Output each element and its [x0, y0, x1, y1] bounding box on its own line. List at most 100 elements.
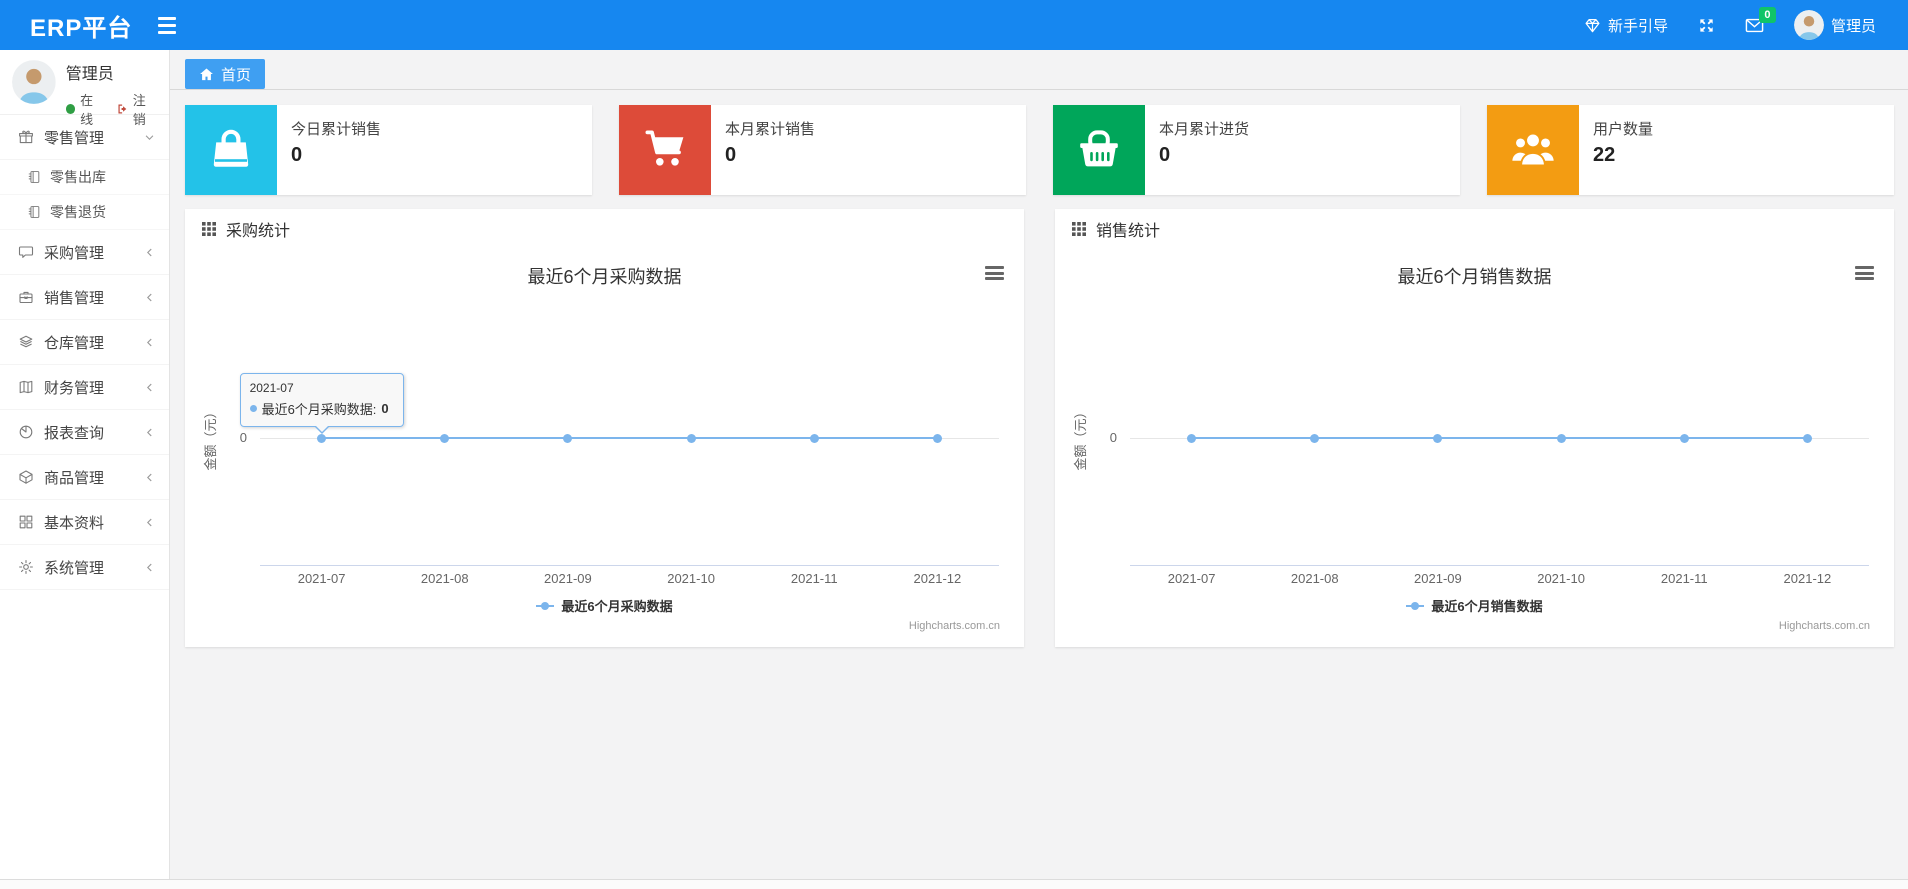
legend-item[interactable]: 最近6个月销售数据	[1406, 596, 1543, 615]
cart-icon	[619, 105, 711, 195]
tab-home[interactable]: 首页	[185, 59, 266, 89]
sidebar-item-basic-data[interactable]: 基本资料	[0, 500, 169, 545]
tab-bar: 首页	[170, 50, 1908, 90]
x-axis-tick-label: 2021-12	[1783, 571, 1832, 586]
tooltip-header: 2021-07	[249, 381, 294, 395]
chart-title: 最近6个月采购数据	[527, 267, 682, 287]
sidebar-item-sales-management[interactable]: 销售管理	[0, 275, 169, 320]
online-status-label: 在线	[80, 93, 94, 127]
sidebar-item-purchase-management[interactable]: 采购管理	[0, 230, 169, 275]
data-point-2021-10[interactable]	[1556, 433, 1566, 443]
avatar	[12, 60, 56, 104]
stat-card-label: 本月累计销售	[725, 121, 816, 138]
stat-card-today-sales: 今日累计销售 0	[185, 105, 592, 195]
data-point-2021-07[interactable]	[1187, 433, 1197, 443]
chevron-left-icon	[144, 382, 155, 393]
sidebar-item-label: 仓库管理	[44, 334, 105, 352]
sidebar-item-finance-management[interactable]: 财务管理	[0, 365, 169, 410]
stat-card-label: 本月累计进货	[1159, 121, 1250, 138]
journal-icon	[28, 171, 40, 183]
data-point-2021-12[interactable]	[1802, 433, 1812, 443]
sidebar-item-label: 零售出库	[50, 169, 106, 185]
data-point-2021-11[interactable]	[809, 433, 819, 443]
stat-card-body: 本月累计销售 0	[711, 105, 815, 195]
stat-card-body: 本月累计进货 0	[1145, 105, 1249, 195]
data-point-2021-12[interactable]	[932, 433, 942, 443]
sidebar-item-retail-outbound[interactable]: 零售出库	[0, 160, 169, 195]
x-axis-tick-label: 2021-11	[1660, 571, 1708, 586]
data-point-2021-07[interactable]	[317, 433, 327, 443]
y-axis-tick-label: 0	[1109, 430, 1117, 445]
x-axis-tick-label: 2021-10	[667, 571, 715, 586]
logout-link[interactable]: 注销	[116, 90, 157, 128]
sidebar: 管理员 在线 注销 零售管理 零售出库 零售退货 采购管理 销售管理 仓库管理 …	[0, 50, 170, 889]
chevron-left-icon	[144, 292, 155, 303]
sidebar-item-label: 采购管理	[44, 244, 105, 262]
sidebar-item-label: 基本资料	[44, 514, 105, 532]
sidebar-item-goods-management[interactable]: 商品管理	[0, 455, 169, 500]
grid-icon	[19, 515, 33, 529]
panel-title: 采购统计	[226, 223, 291, 240]
x-axis-tick-label: 2021-11	[790, 571, 838, 586]
x-axis-line	[260, 565, 999, 566]
stat-card-body: 今日累计销售 0	[277, 105, 381, 195]
legend-marker-icon	[536, 601, 555, 610]
tab-home-label: 首页	[221, 66, 252, 84]
chevron-down-icon	[144, 132, 155, 143]
x-axis-tick-label: 2021-07	[297, 571, 346, 586]
sidebar-user-panel: 管理员 在线 注销	[0, 50, 169, 127]
layers-icon	[19, 335, 33, 348]
chevron-left-icon	[144, 337, 155, 348]
data-point-2021-08[interactable]	[440, 433, 450, 443]
app-brand[interactable]: ERP平台	[0, 8, 132, 43]
data-point-2021-08[interactable]	[1310, 433, 1320, 443]
sidebar-item-label: 商品管理	[44, 469, 105, 487]
chart-context-menu-button[interactable]	[1855, 266, 1874, 280]
ledger-icon	[19, 380, 33, 394]
chevron-left-icon	[144, 562, 155, 573]
th-grid-icon	[202, 221, 216, 236]
guide-link[interactable]: 新手引导	[1584, 15, 1668, 36]
data-point-2021-10[interactable]	[686, 433, 696, 443]
credits: Highcharts.com.cn	[1778, 620, 1870, 632]
sidebar-item-retail-returns[interactable]: 零售退货	[0, 195, 169, 230]
stat-card-body: 用户数量 22	[1579, 105, 1653, 195]
guide-label: 新手引导	[1607, 17, 1668, 35]
sidebar-item-warehouse-management[interactable]: 仓库管理	[0, 320, 169, 365]
x-axis-tick-label: 2021-08	[1290, 571, 1339, 586]
th-grid-icon	[1072, 221, 1086, 236]
user-menu[interactable]: 管理员	[1793, 10, 1876, 40]
legend-item[interactable]: 最近6个月采购数据	[536, 596, 673, 615]
panel-header: 销售统计	[1055, 209, 1894, 249]
stat-card-value: 22	[1593, 144, 1616, 166]
online-status-dot-icon	[65, 104, 76, 114]
gem-icon	[1584, 17, 1601, 34]
sidebar-user-status: 在线 注销	[65, 90, 157, 128]
gear-icon	[19, 560, 33, 574]
chart-context-menu-button[interactable]	[985, 266, 1004, 280]
series-line	[1191, 437, 1808, 439]
erp-dashboard-page: ERP平台 新手引导 0 管理员 管理员 在线 注销 零售管理 零售出库 零售退…	[0, 0, 1908, 889]
sidebar-item-label: 销售管理	[44, 289, 105, 307]
stat-card-month-purchases: 本月累计进货 0	[1053, 105, 1460, 195]
stat-card-user-count: 用户数量 22	[1487, 105, 1894, 195]
chevron-left-icon	[144, 517, 155, 528]
data-point-2021-09[interactable]	[1433, 433, 1443, 443]
stat-card-label: 今日累计销售	[291, 121, 382, 138]
data-point-2021-09[interactable]	[563, 433, 573, 443]
series-line	[321, 437, 938, 439]
sidebar-item-report-query[interactable]: 报表查询	[0, 410, 169, 455]
messages-button[interactable]: 0	[1745, 6, 1776, 34]
data-point-2021-11[interactable]	[1679, 433, 1689, 443]
x-axis-tick-label: 2021-09	[1414, 571, 1462, 586]
hamburger-icon[interactable]	[152, 11, 182, 40]
stat-card-value: 0	[725, 144, 737, 166]
chevron-left-icon	[144, 247, 155, 258]
sidebar-item-system-management[interactable]: 系统管理	[0, 545, 169, 590]
sidebar-user-name: 管理员	[65, 66, 114, 83]
shopping-bag-icon	[185, 105, 277, 195]
stat-card-value: 0	[291, 144, 303, 166]
fullscreen-button[interactable]	[1698, 17, 1715, 34]
box-icon	[19, 470, 33, 484]
tooltip-row: 最近6个月采购数据: 0	[249, 399, 394, 418]
